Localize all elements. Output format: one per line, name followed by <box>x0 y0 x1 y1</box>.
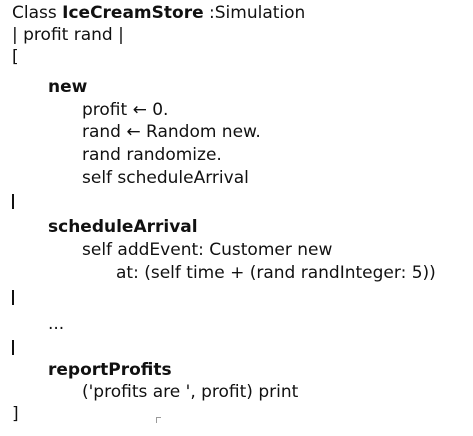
method-separator-bar <box>12 340 14 355</box>
method-name-schedule-arrival: scheduleArrival <box>48 217 198 237</box>
method-separator-bar <box>12 194 14 209</box>
method-name-new: new <box>48 77 88 97</box>
open-bracket: [ <box>12 47 19 67</box>
class-declaration: Class IceCreamStore :Simulation <box>12 3 305 23</box>
code-line: at: (self time + (rand randInteger: 5)) <box>116 263 436 283</box>
close-bracket: ] <box>12 404 19 424</box>
class-name: IceCreamStore <box>62 3 204 23</box>
method-name-report-profits: reportProfits <box>48 360 172 380</box>
code-line: rand ← Random new. <box>82 122 261 142</box>
scan-speck <box>156 417 161 423</box>
code-line: profit ← 0. <box>82 100 169 120</box>
method-separator-bar <box>12 290 14 305</box>
code-line: self scheduleArrival <box>82 168 249 188</box>
code-line: rand randomize. <box>82 145 222 165</box>
superclass: :Simulation <box>203 3 306 23</box>
code-listing: Class IceCreamStore :Simulation | profit… <box>0 0 473 436</box>
ellipsis: ... <box>48 314 65 334</box>
code-line: ('profits are ', profit) print <box>82 382 299 402</box>
code-line: self addEvent: Customer new <box>82 240 333 260</box>
class-keyword: Class <box>12 3 63 23</box>
instance-variables: | profit rand | <box>12 25 124 45</box>
